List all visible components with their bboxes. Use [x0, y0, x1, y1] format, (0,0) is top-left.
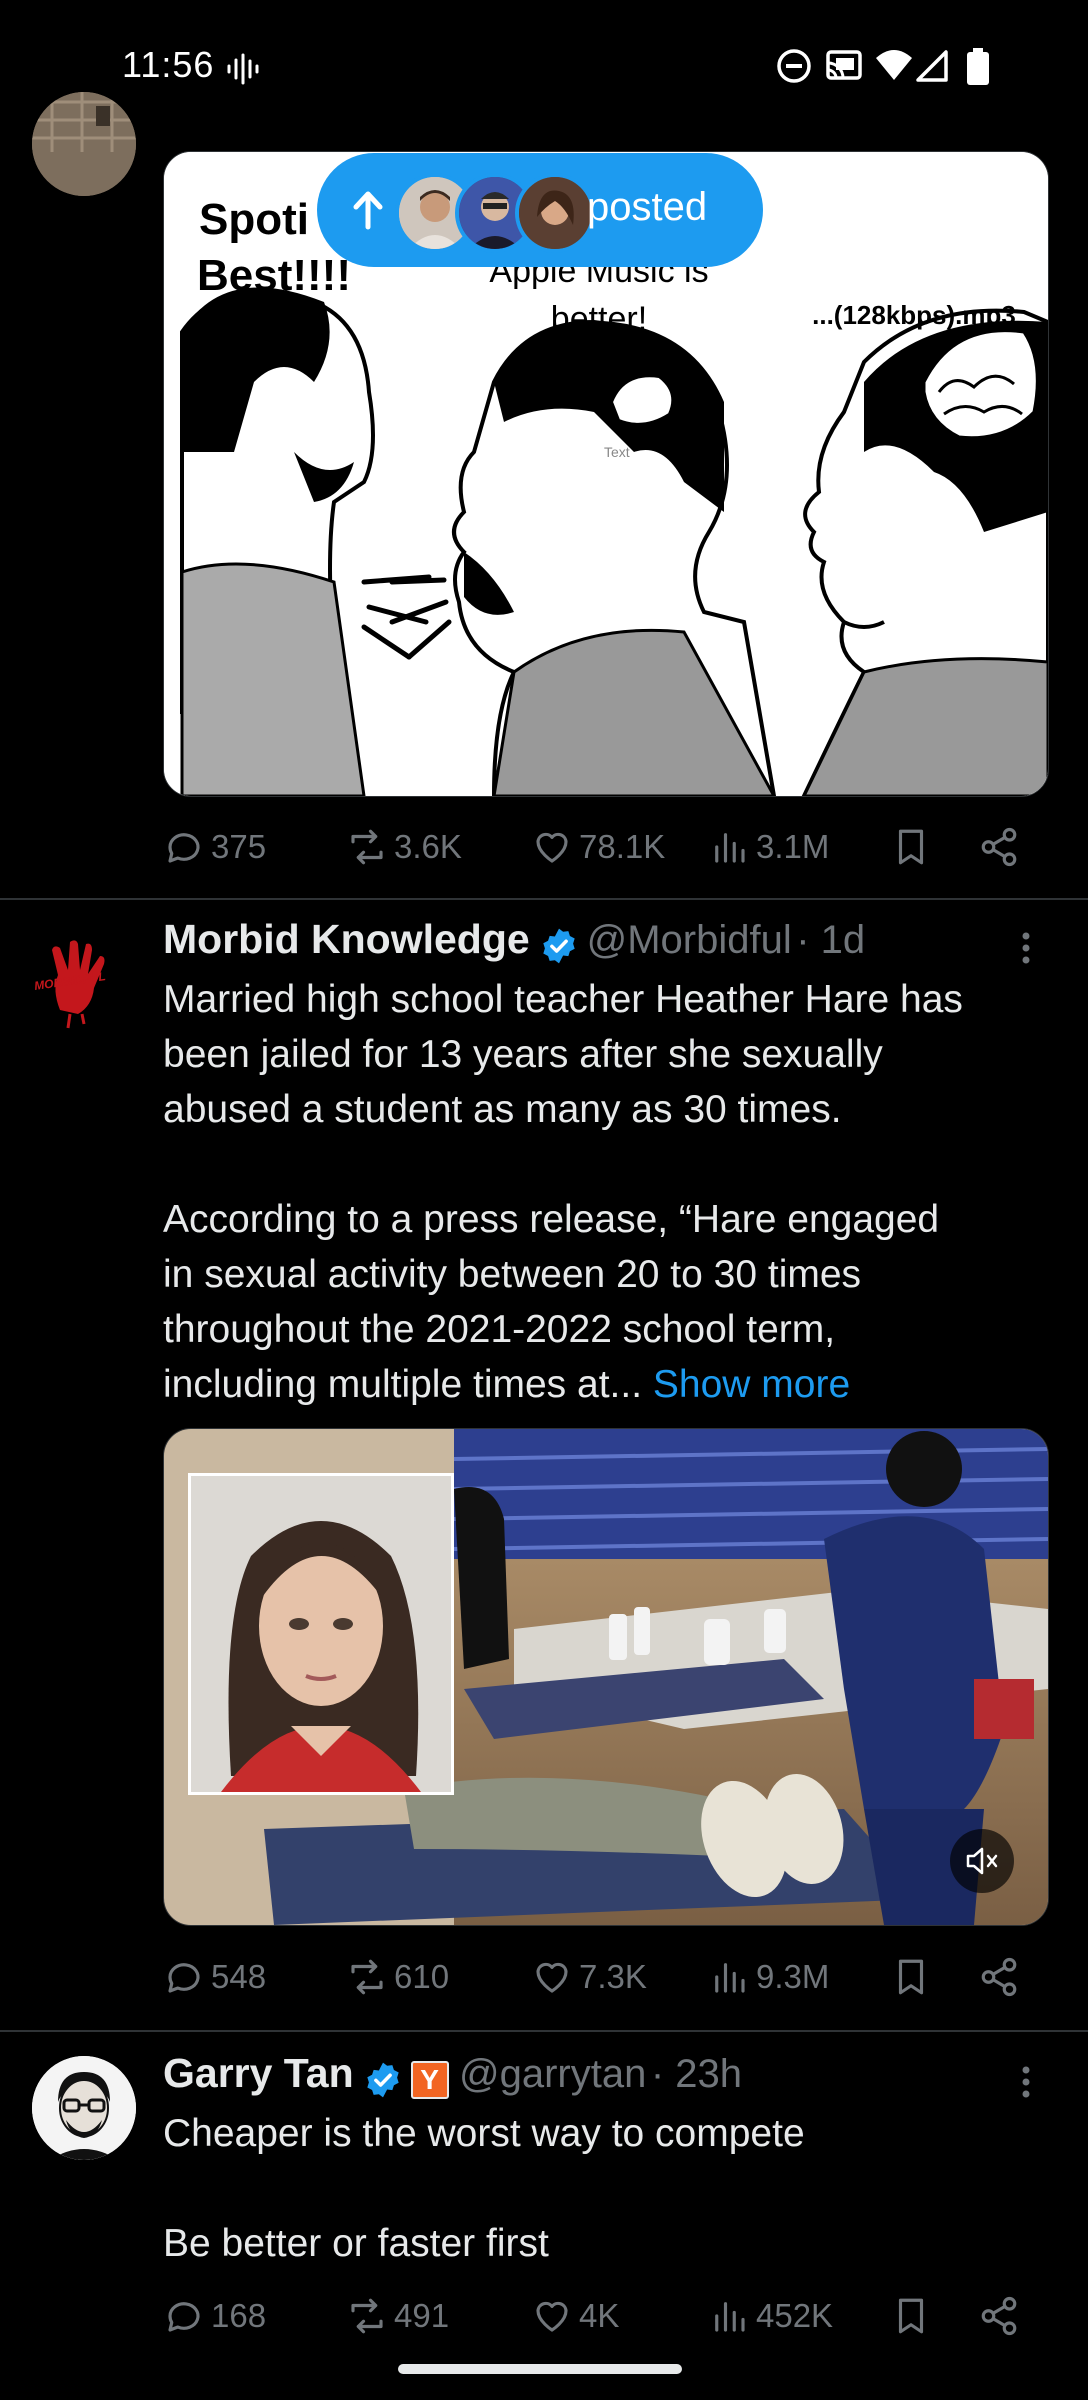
share-icon [981, 2296, 1017, 2336]
pill-avatar-3 [515, 173, 595, 253]
reply-icon [168, 2302, 200, 2332]
views-chart-icon [715, 1963, 745, 1993]
tweet-text: Cheaper is the worst way to compete Be b… [163, 2112, 805, 2265]
repost-icon [351, 2298, 383, 2334]
tweet-text: Married high school teacher Heather Hare… [163, 972, 1063, 1412]
like-count: 4K [579, 2297, 620, 2334]
tweet-actions: 375 3.6K 78.1K 3.1M [163, 817, 1047, 877]
separator-dot: · [796, 918, 821, 962]
affiliate-badge-yc[interactable]: Y [410, 2060, 449, 2099]
heart-icon [536, 1962, 568, 1993]
posted-label: posted [587, 185, 708, 229]
mute-button[interactable] [950, 1829, 1014, 1893]
person-icon [32, 2056, 136, 2160]
mugshot-inset [188, 1473, 454, 1795]
meme-left-text-line2: Best!!!! [197, 251, 351, 300]
handle[interactable]: @garrytan [459, 2052, 646, 2096]
tweet-2[interactable]: MORBIDFUL Morbid Knowledge @Morbidful · … [0, 900, 1088, 2030]
person-icon [519, 177, 591, 249]
timestamp[interactable]: 1d [821, 918, 866, 962]
repost-count: 491 [394, 2297, 450, 2334]
share-button[interactable] [978, 2286, 1020, 2346]
tweet-header: Morbid Knowledge @Morbidful · 1d [163, 916, 1003, 972]
views-chart-icon [715, 2302, 745, 2332]
avatar[interactable] [32, 92, 136, 196]
tweet-actions: 168 491 4K 452K [163, 2286, 1047, 2346]
avatar-image-icon [32, 92, 136, 196]
reply-button[interactable]: 168 [163, 2286, 266, 2346]
timestamp[interactable]: 23h [675, 2052, 742, 2096]
repost-count: 3.6K [394, 828, 462, 865]
verified-badge-icon [367, 2062, 399, 2098]
share-button[interactable] [978, 817, 1020, 877]
display-name[interactable]: Garry Tan [163, 2050, 354, 2096]
avatar[interactable]: MORBIDFUL [30, 930, 130, 1030]
bookmark-button[interactable] [890, 817, 932, 877]
repost-button[interactable]: 491 [346, 2286, 449, 2346]
reply-button[interactable]: 375 [163, 817, 266, 877]
share-icon [981, 827, 1017, 867]
speaker-muted-icon [966, 1847, 998, 1875]
gesture-navigation-bar[interactable] [398, 2364, 682, 2374]
repost-icon [351, 1959, 383, 1995]
handle[interactable]: @Morbidful [587, 918, 792, 962]
more-options-icon[interactable] [1012, 928, 1040, 968]
share-button[interactable] [978, 1947, 1020, 2007]
like-button[interactable]: 78.1K [531, 817, 665, 877]
verified-badge-icon [543, 928, 575, 964]
views-button[interactable]: 3.1M [708, 817, 829, 877]
avatar[interactable] [32, 2056, 136, 2160]
reply-count: 168 [211, 2297, 267, 2334]
repost-button[interactable]: 610 [346, 1947, 449, 2007]
heart-icon [536, 832, 568, 863]
tweet-media-video[interactable] [163, 1428, 1049, 1926]
meme-right-text: ...(128kbps).mp3 [812, 300, 1016, 330]
reply-count: 375 [211, 828, 267, 865]
tweet-3[interactable]: Garry Tan Y @garrytan · 23h Cheaper is t… [0, 2032, 1088, 2400]
like-count: 78.1K [579, 828, 666, 865]
meme-left-text-line1: Spoti [199, 195, 309, 244]
share-icon [981, 1957, 1017, 1997]
tweet-header: Garry Tan Y @garrytan · 23h [163, 2050, 1003, 2106]
repost-icon [351, 829, 383, 865]
heart-icon [536, 2301, 568, 2332]
tweet-actions: 548 610 7.3K 9.3M [163, 1947, 1047, 2007]
reply-button[interactable]: 548 [163, 1947, 266, 2007]
views-count: 9.3M [756, 1958, 830, 1995]
views-chart-icon [715, 833, 745, 863]
arrow-up-icon [353, 191, 383, 230]
tweet-1[interactable]: Text Spoti Best!!!! Apple Music is bette… [0, 0, 1088, 900]
views-count: 3.1M [756, 828, 830, 865]
reply-icon [168, 833, 200, 863]
like-button[interactable]: 4K [531, 2286, 619, 2346]
separator-dot: · [650, 2052, 676, 2096]
meme-tiny-text: Text [604, 444, 630, 460]
new-posts-pill[interactable]: posted [317, 153, 763, 267]
bookmark-icon [898, 1959, 924, 1995]
views-button[interactable]: 9.3M [708, 1947, 829, 2007]
mugshot-photo [191, 1476, 451, 1792]
meme-middle-text-line2: better! [551, 300, 647, 338]
views-button[interactable]: 452K [708, 2286, 833, 2346]
reply-count: 548 [211, 1958, 267, 1995]
bookmark-icon [898, 829, 924, 865]
more-options-icon[interactable] [1012, 2062, 1040, 2102]
reply-icon [168, 1963, 200, 1993]
show-more-link[interactable]: Show more [653, 1363, 850, 1406]
tweet-text-content: Married high school teacher Heather Hare… [163, 978, 963, 1406]
like-count: 7.3K [579, 1958, 647, 1995]
repost-count: 610 [394, 1958, 450, 1995]
repost-button[interactable]: 3.6K [346, 817, 462, 877]
bookmark-button[interactable] [890, 1947, 932, 2007]
display-name[interactable]: Morbid Knowledge [163, 916, 530, 962]
bookmark-button[interactable] [890, 2286, 932, 2346]
views-count: 452K [756, 2297, 834, 2334]
like-button[interactable]: 7.3K [531, 1947, 647, 2007]
bookmark-icon [898, 2298, 924, 2334]
